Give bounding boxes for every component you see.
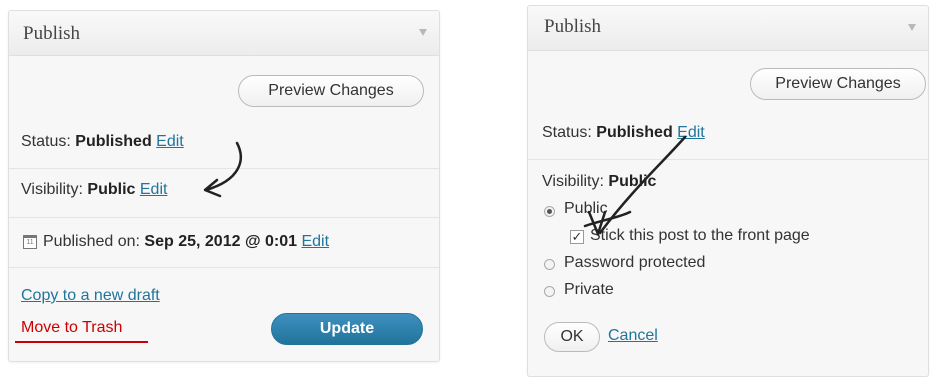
- status-value: Published: [75, 133, 152, 150]
- radio-public[interactable]: [544, 206, 555, 217]
- trash-row: Move to Trash: [21, 319, 122, 337]
- cancel-row: Cancel: [608, 327, 658, 345]
- published-on-row: Published on: Sep 25, 2012 @ 0:01 Edit: [43, 233, 329, 251]
- panel-header[interactable]: Publish: [9, 11, 439, 56]
- status-label: Status:: [542, 124, 592, 141]
- published-on-label: Published on:: [43, 233, 140, 250]
- update-button[interactable]: Update: [271, 313, 423, 345]
- radio-password-protected[interactable]: [544, 259, 555, 270]
- ok-button[interactable]: OK: [544, 322, 600, 352]
- publish-panel-right: Publish Preview Changes Status: Publishe…: [527, 5, 929, 377]
- visibility-row: Visibility: Public Edit: [21, 181, 167, 199]
- radio-private[interactable]: [544, 286, 555, 297]
- visibility-label: Visibility:: [542, 173, 604, 190]
- status-row: Status: Published Edit: [542, 124, 705, 142]
- panel-title: Publish: [23, 23, 81, 44]
- option-password-label: Password protected: [564, 254, 706, 271]
- published-on-edit-link[interactable]: Edit: [301, 233, 329, 250]
- trash-underline: [15, 341, 148, 343]
- status-row: Status: Published Edit: [21, 133, 184, 151]
- move-to-trash-link[interactable]: Move to Trash: [21, 319, 122, 336]
- preview-changes-button[interactable]: Preview Changes: [238, 75, 424, 107]
- option-public-label: Public: [564, 200, 608, 217]
- status-edit-link[interactable]: Edit: [156, 133, 184, 150]
- visibility-row: Visibility: Public: [542, 173, 656, 191]
- status-value: Published: [596, 124, 673, 141]
- sticky-checkbox[interactable]: ✓: [570, 230, 584, 244]
- status-label: Status:: [21, 133, 71, 150]
- visibility-value: Public: [608, 173, 657, 190]
- visibility-label: Visibility:: [21, 181, 83, 198]
- status-edit-link[interactable]: Edit: [677, 124, 705, 141]
- panel-header[interactable]: Publish: [528, 6, 928, 51]
- preview-changes-button[interactable]: Preview Changes: [750, 68, 926, 100]
- panel-title: Publish: [544, 16, 602, 37]
- divider: [9, 168, 439, 169]
- published-on-value: Sep 25, 2012 @ 0:01: [144, 233, 298, 250]
- collapse-arrow-icon[interactable]: [908, 24, 916, 31]
- divider: [528, 159, 928, 160]
- calendar-icon: 11: [23, 235, 37, 249]
- cancel-link[interactable]: Cancel: [608, 327, 658, 344]
- visibility-value: Public: [87, 181, 136, 198]
- sticky-label: Stick this post to the front page: [590, 227, 810, 244]
- copy-to-draft-link[interactable]: Copy to a new draft: [21, 287, 160, 304]
- publish-panel-left: Publish Preview Changes Status: Publishe…: [8, 10, 440, 362]
- collapse-arrow-icon[interactable]: [419, 29, 427, 36]
- checkmark-icon: ✓: [571, 229, 583, 244]
- copy-row: Copy to a new draft: [21, 287, 160, 305]
- divider: [9, 267, 439, 268]
- divider: [9, 217, 439, 218]
- option-private-label: Private: [564, 281, 614, 298]
- visibility-edit-link[interactable]: Edit: [140, 181, 168, 198]
